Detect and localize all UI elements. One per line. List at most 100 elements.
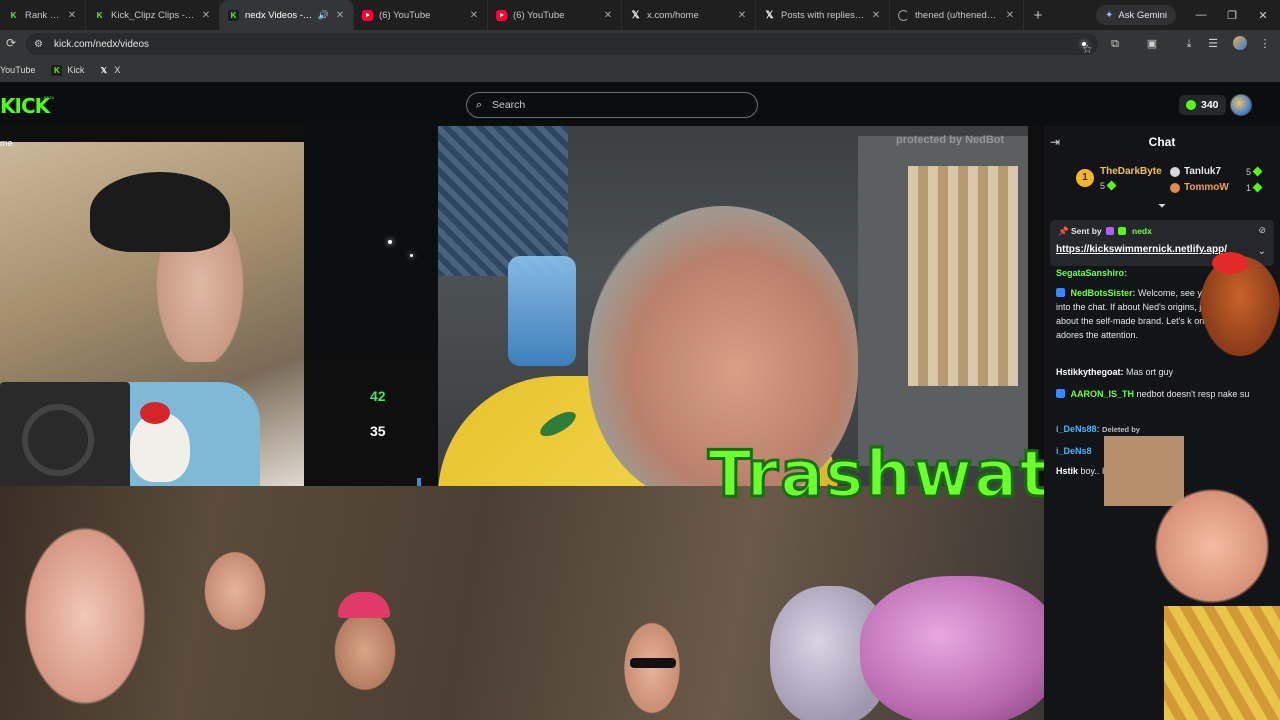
chrome-menu-icon[interactable]: ⋮ — [1257, 36, 1273, 52]
chat-message: AARON_IS_TH nedbot doesn't resp nake su — [1056, 387, 1262, 401]
tab-youtube-1[interactable]: (6) YouTube ✕ — [354, 0, 488, 30]
leaderboard-name[interactable]: TheDarkByte — [1100, 166, 1162, 177]
close-icon[interactable]: ✕ — [735, 10, 749, 21]
download-icon[interactable]: ⤓ — [1181, 36, 1197, 52]
chat-title: Chat — [1148, 135, 1176, 149]
leaderboard-name[interactable]: TommoW — [1184, 182, 1229, 193]
tab-x-home[interactable]: 𝕏 x.com/home ✕ — [622, 0, 756, 30]
rank-badge: 1 — [1076, 169, 1094, 187]
bookmark-x[interactable]: 𝕏 X — [98, 65, 121, 76]
gemini-spark-icon: ✦ — [1105, 9, 1114, 21]
bookmark-label: Kick — [67, 65, 85, 75]
site-info-icon[interactable]: ⚙ — [34, 39, 48, 50]
chat-username[interactable]: NedBotsSister: — [1071, 288, 1136, 298]
tab-label: Rank Clips - Wa — [25, 9, 61, 21]
bronze-medal-icon — [1170, 183, 1180, 193]
chat-username[interactable]: AARON_IS_TH — [1071, 389, 1135, 399]
minimize-window-icon[interactable]: — — [1184, 0, 1218, 30]
user-badge-icon — [1056, 389, 1065, 398]
close-window-icon[interactable]: ✕ — [1246, 0, 1280, 30]
overlay-metric-white: 35 — [370, 423, 386, 439]
tab-kick-clipz[interactable]: K Kick_Clipz Clips - Watch ✕ — [86, 0, 220, 30]
tab-x-posts[interactable]: 𝕏 Posts with replies by Tr ✕ — [756, 0, 890, 30]
filter-icon[interactable]: ⏷ — [1156, 202, 1168, 212]
tab-label: x.com/home — [647, 9, 699, 21]
points-value: 340 — [1201, 99, 1219, 111]
speaker-icon[interactable]: 🔊 — [318, 10, 329, 21]
chat-username[interactable]: Hstik — [1056, 466, 1078, 476]
chat-message: i_DeNs88: Deleted by — [1056, 422, 1262, 437]
deleted-notice: Deleted by — [1102, 425, 1140, 434]
x-favicon-icon: 𝕏 — [100, 65, 108, 75]
bookmark-youtube[interactable]: YouTube — [0, 65, 35, 75]
search-box[interactable]: ⌕ — [466, 92, 758, 118]
kick-favicon-icon: K — [228, 9, 239, 21]
leaderboard-name[interactable]: Tanluk7 — [1184, 166, 1221, 177]
tab-youtube-2[interactable]: (6) YouTube ✕ — [488, 0, 622, 30]
address-bar[interactable]: ⚙ kick.com/nedx/videos ☆ — [26, 33, 1098, 56]
close-icon[interactable]: ✕ — [333, 10, 347, 21]
close-icon[interactable]: ✕ — [199, 10, 213, 21]
kick-favicon-icon: K — [8, 9, 19, 21]
tab-label: nedx Videos - Wate — [245, 9, 314, 21]
gem-icon — [1106, 180, 1117, 191]
browser-tab-strip: K Rank Clips - Wa ✕ K Kick_Clipz Clips -… — [0, 0, 1280, 30]
close-icon[interactable]: ✕ — [601, 10, 615, 21]
light-sparkle — [388, 240, 392, 244]
collage-face — [200, 546, 270, 636]
bookmark-label: X — [114, 65, 121, 75]
kick-logo[interactable]: KICK — [0, 94, 50, 118]
close-icon[interactable]: ✕ — [1003, 10, 1017, 21]
chat-username[interactable]: Hstikkythegoat: — [1056, 367, 1124, 377]
chat-username[interactable]: SegataSanshiro: — [1056, 268, 1127, 278]
ask-gemini-button[interactable]: ✦ Ask Gemini — [1096, 5, 1176, 25]
new-tab-button[interactable]: + — [1024, 7, 1052, 24]
tab-label: Kick_Clipz Clips - Watch — [111, 9, 195, 21]
chat-username[interactable]: i_DeNs88: — [1056, 424, 1100, 434]
bookmark-kick[interactable]: K Kick — [51, 64, 85, 76]
tab-label: Posts with replies by Tr — [781, 9, 865, 21]
sunglasses — [630, 658, 676, 668]
video-player[interactable]: me 42 35 Trashwatch protected by NedBot — [0, 126, 1044, 720]
search-icon: ⌕ — [476, 98, 483, 111]
pinned-user[interactable]: nedx — [1132, 226, 1152, 236]
reload-icon[interactable]: ⟳ — [4, 36, 18, 50]
close-icon[interactable]: ✕ — [869, 10, 883, 21]
tab-rank-clips[interactable]: K Rank Clips - Wa ✕ — [0, 0, 86, 30]
kick-favicon-icon: K — [94, 9, 105, 21]
tab-nedx-videos[interactable]: K nedx Videos - Wate 🔊 ✕ — [220, 0, 354, 30]
user-avatar[interactable] — [1230, 94, 1252, 116]
profile-avatar[interactable] — [1233, 36, 1247, 50]
patterned-curtain — [438, 126, 568, 276]
chat-message: Hstikkythegoat: Mas ort guy — [1056, 365, 1262, 379]
kick-header: KICK BETA ⌕ 340 — [0, 84, 1280, 126]
x-favicon-icon: 𝕏 — [765, 9, 774, 21]
collage-face — [330, 606, 400, 696]
reading-list-icon[interactable]: ☰ — [1205, 36, 1221, 52]
bookmark-label: YouTube — [0, 65, 36, 75]
gem-icon — [1252, 182, 1263, 193]
close-icon[interactable]: ✕ — [65, 10, 79, 21]
cast-icon[interactable]: ▣ — [1144, 36, 1160, 52]
pink-plastic-bag — [860, 576, 1044, 720]
bookmark-star-icon[interactable]: ☆ — [1082, 42, 1093, 56]
hanging-clothes — [908, 166, 1018, 386]
unpin-icon[interactable]: ⊘ — [1258, 225, 1266, 236]
extensions-icon[interactable]: ⧉ — [1107, 36, 1123, 52]
chat-text: Mas ort guy — [1126, 367, 1174, 377]
speaker-box — [0, 382, 130, 494]
maximize-window-icon[interactable]: ❐ — [1215, 0, 1249, 30]
close-icon[interactable]: ✕ — [467, 10, 481, 21]
chevron-down-icon[interactable]: ⌄ — [1258, 246, 1266, 257]
nedbot-watermark: protected by NedBot — [896, 134, 1005, 146]
pinned-link[interactable]: https://kickswimmernick.netlify.app/ — [1056, 244, 1227, 255]
chat-username[interactable]: i_DeNs8 — [1056, 446, 1092, 456]
leaderboard-count: 5 — [1100, 180, 1117, 191]
leaderboard-count: 5 — [1246, 166, 1263, 177]
overlay-metric-green: 42 — [370, 388, 386, 404]
tab-reddit-thened[interactable]: thened (u/thened) - Re ✕ — [890, 0, 1024, 30]
headphones — [90, 172, 230, 252]
silver-medal-icon — [1170, 167, 1180, 177]
points-button[interactable]: 340 — [1179, 95, 1226, 115]
search-input[interactable] — [492, 99, 742, 111]
